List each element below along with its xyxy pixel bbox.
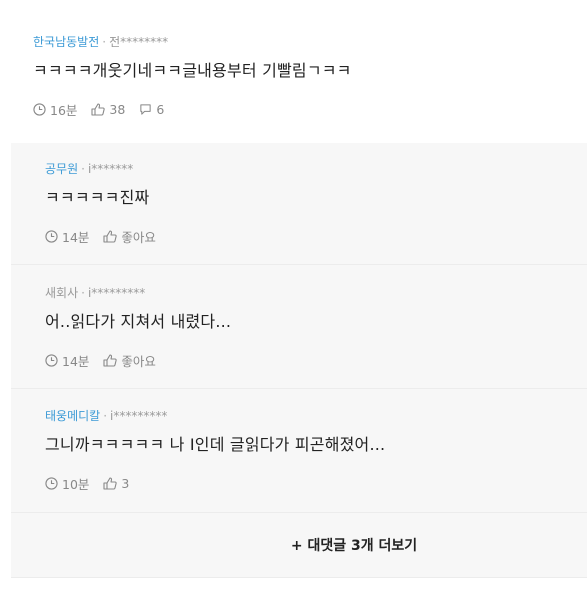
reply-meta: 공무원 · i******* [45, 162, 587, 177]
reply-user-id: i********* [87, 286, 146, 300]
thumbs-up-icon [103, 476, 118, 490]
reply-meta: 태웅메디칼 · i********* [45, 409, 587, 424]
clock-icon [45, 353, 58, 367]
reply-item: 새회사 · i********* 어..읽다가 지쳐서 내렸다... 14분 좋아요 [11, 265, 587, 389]
reply-text: 그니까ㅋㅋㅋㅋㅋ 나 I인데 글읽다가 피곤해졌어... [45, 435, 386, 454]
reply-button[interactable]: 6 [139, 102, 164, 117]
reply-time: 14분 [45, 351, 89, 370]
reply-time-text: 10분 [62, 476, 90, 492]
comment-text: ㅋㅋㅋㅋ개웃기네ㅋㅋ글내용부터 기빨림ㄱㅋㅋ [33, 61, 352, 80]
comment-actions: 16분 38 6 [33, 100, 587, 118]
meta-separator: · [81, 162, 85, 176]
speech-bubble-icon [140, 103, 151, 115]
thumbs-up-icon [91, 102, 106, 116]
clock-icon [45, 229, 58, 243]
comment-time: 16분 [33, 100, 77, 119]
comment-meta: 한국남동발전 · 전******** [33, 35, 587, 50]
more-replies-button[interactable]: + 대댓글 3개 더보기 [181, 535, 417, 555]
like-button[interactable]: 3 [103, 476, 129, 491]
reply-user-id: i********* [110, 409, 168, 423]
reply-meta: 새회사 · i********* [45, 286, 587, 301]
meta-separator: · [102, 35, 107, 49]
comment-user-id: 전******** [109, 35, 169, 49]
reply-author[interactable]: 공무원 [45, 162, 78, 176]
reply-time-text: 14분 [62, 353, 90, 369]
like-button[interactable]: 좋아요 [103, 227, 156, 246]
clock-icon [33, 102, 46, 116]
like-button[interactable]: 좋아요 [103, 351, 156, 370]
reply-time: 10분 [45, 474, 89, 493]
like-count: 3 [121, 475, 130, 491]
like-button[interactable]: 38 [91, 102, 125, 117]
reply-time-text: 14분 [62, 229, 90, 245]
reply-time: 14분 [45, 227, 89, 246]
reply-text: ㅋㅋㅋㅋㅋ진짜 [45, 188, 150, 207]
reply-text: 어..읽다가 지쳐서 내렸다... [45, 312, 232, 331]
reply-count: 6 [156, 101, 165, 117]
clock-icon [45, 476, 58, 490]
comment-author[interactable]: 한국남동발전 [33, 35, 99, 49]
more-replies-container: + 대댓글 3개 더보기 [11, 513, 587, 578]
thumbs-up-icon [103, 229, 118, 243]
comment-item: 한국남동발전 · 전******** ㅋㅋㅋㅋ개웃기네ㅋㅋ글내용부터 기빨림ㄱㅋㅋ … [0, 0, 587, 143]
like-label: 좋아요 [121, 229, 156, 245]
reply-item: 공무원 · i******* ㅋㅋㅋㅋㅋ진짜 14분 좋아요 [11, 143, 587, 265]
like-count: 38 [109, 101, 126, 117]
meta-separator: · [103, 409, 108, 423]
comment-time-text: 16분 [50, 102, 78, 118]
meta-separator: · [81, 286, 85, 300]
reply-author[interactable]: 새회사 [45, 286, 78, 300]
reply-author[interactable]: 태웅메디칼 [45, 409, 100, 423]
reply-actions: 10분 3 [45, 474, 587, 492]
reply-actions: 14분 좋아요 [45, 227, 587, 245]
reply-item: 태웅메디칼 · i********* 그니까ㅋㅋㅋㅋㅋ 나 I인데 글읽다가 피곤해… [11, 389, 587, 513]
like-label: 좋아요 [121, 353, 156, 369]
reply-user-id: i******* [87, 162, 134, 176]
reply-actions: 14분 좋아요 [45, 351, 587, 369]
thumbs-up-icon [103, 353, 118, 367]
